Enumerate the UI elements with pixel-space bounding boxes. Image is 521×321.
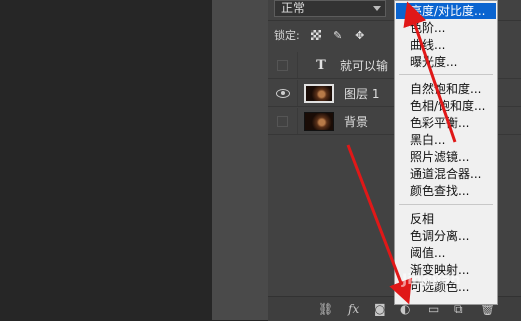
menu-item-brightness-contrast[interactable]: 亮度/对比度... — [396, 3, 496, 19]
lock-transparent-pixels-icon[interactable] — [310, 29, 322, 41]
eye-icon — [275, 88, 290, 98]
workspace-gutter — [212, 0, 268, 320]
menu-separator — [399, 204, 493, 205]
menu-item-exposure[interactable]: 曝光度... — [410, 54, 457, 70]
menu-separator — [399, 74, 493, 75]
blend-mode-value: 正常 — [281, 1, 306, 15]
visibility-off-icon — [277, 115, 288, 127]
canvas-area[interactable] — [0, 0, 212, 320]
menu-item-hue-saturation[interactable]: 色相/饱和度... — [410, 98, 486, 114]
lock-position-icon[interactable]: ✥ — [354, 29, 366, 42]
visibility-toggle[interactable] — [268, 108, 298, 134]
add-mask-icon[interactable]: ◙ — [374, 302, 386, 316]
lock-label: 锁定: — [274, 29, 300, 42]
lock-row: 锁定: ✎ ✥ — [274, 26, 366, 44]
adjustment-menu: 亮度/对比度... 色阶... 曲线... 曝光度... 自然饱和度... 色相… — [394, 0, 498, 305]
text-layer-icon: T — [316, 57, 326, 73]
visibility-off-icon — [277, 59, 288, 71]
menu-item-color-lookup[interactable]: 颜色查找... — [410, 183, 469, 199]
menu-item-black-white[interactable]: 黑白... — [410, 132, 445, 148]
layer-name: 图层 1 — [344, 86, 380, 101]
menu-item-posterize[interactable]: 色调分离... — [410, 228, 469, 244]
menu-item-curves[interactable]: 曲线... — [410, 37, 445, 53]
lock-image-pixels-icon[interactable]: ✎ — [332, 29, 344, 42]
fx-icon[interactable]: fx — [348, 302, 359, 316]
menu-item-invert[interactable]: 反相 — [410, 211, 434, 227]
menu-item-photo-filter[interactable]: 照片滤镜... — [410, 149, 469, 165]
layer-name: 背景 — [344, 114, 369, 129]
blend-mode-select[interactable]: 正常 — [274, 0, 386, 17]
visibility-toggle[interactable] — [268, 80, 298, 106]
menu-item-threshold[interactable]: 阈值... — [410, 245, 445, 261]
link-icon[interactable]: ⛓ — [318, 302, 333, 316]
layer-thumbnail — [304, 111, 334, 131]
layer-name: 就可以输 — [340, 58, 389, 73]
menu-item-levels[interactable]: 色阶... — [410, 20, 445, 36]
visibility-toggle[interactable] — [268, 52, 298, 78]
watermark: Jingyan — [402, 272, 461, 288]
menu-item-color-balance[interactable]: 色彩平衡... — [410, 115, 469, 131]
menu-item-vibrance[interactable]: 自然饱和度... — [410, 81, 481, 97]
layer-thumbnail — [304, 83, 334, 103]
chevron-down-icon — [373, 6, 381, 11]
menu-item-channel-mixer[interactable]: 通道混合器... — [410, 166, 481, 182]
